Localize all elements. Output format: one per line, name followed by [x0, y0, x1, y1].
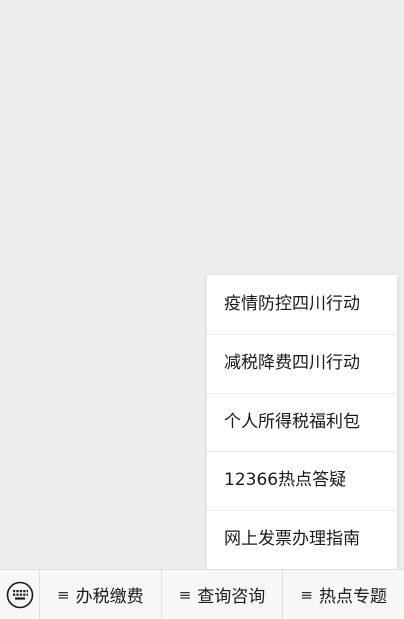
submenu-item-epidemic-control[interactable]: 疫情防控四川行动 — [207, 275, 397, 334]
submenu-item-income-tax-benefits[interactable]: 个人所得税福利包 — [207, 392, 397, 452]
menu-tab-label: 热点专题 — [318, 587, 387, 607]
menu-tab-label: 办税缴费 — [75, 587, 144, 607]
submenu-popup: 疫情防控四川行动 减税降费四川行动 个人所得税福利包 12366热点答疑 网上发… — [207, 275, 397, 569]
menu-lines-icon: ≡ — [300, 585, 313, 604]
keyboard-toggle-button[interactable] — [0, 570, 40, 619]
submenu-item-tax-reduction[interactable]: 减税降费四川行动 — [207, 333, 397, 393]
menu-lines-icon: ≡ — [57, 585, 70, 604]
menu-lines-icon: ≡ — [178, 585, 192, 604]
submenu-item-12366-faq[interactable]: 12366热点答疑 — [207, 451, 397, 510]
menu-tab-label: 查询咨询 — [197, 587, 266, 607]
submenu-item-invoice-guide[interactable]: 网上发票办理指南 — [207, 510, 397, 569]
menu-tab-hot-topics[interactable]: ≡ 热点专题 — [282, 570, 404, 619]
bottom-menu-bar: ≡ 办税缴费 ≡ 查询咨询 ≡ 热点专题 — [0, 569, 404, 619]
keyboard-icon — [6, 581, 33, 608]
menu-tab-tax-payment[interactable]: ≡ 办税缴费 — [40, 570, 161, 619]
menu-tab-inquiry[interactable]: ≡ 查询咨询 — [160, 570, 283, 619]
